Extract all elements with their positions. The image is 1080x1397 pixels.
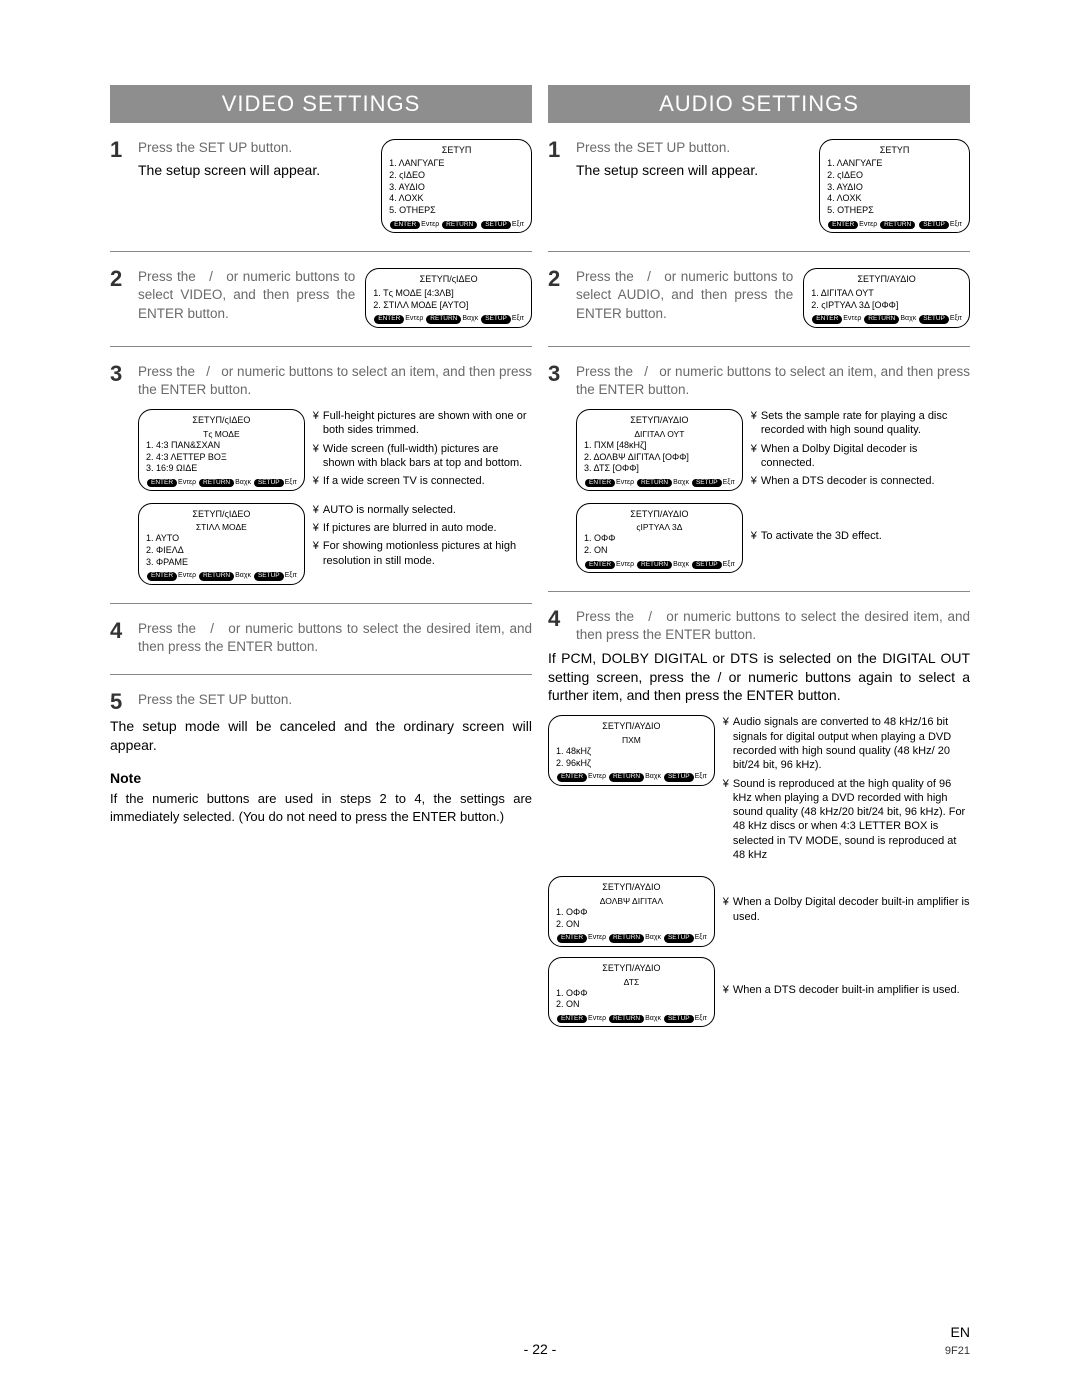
video-step-3: 3 Press the / or numeric buttons to sele… bbox=[110, 363, 532, 585]
virtual-3d-callout: ΣΕΤΥΠ/ΑΥΔΙΟ ςΙΡΤΥΑΛ 3Δ 1. ΟΦΦ 2. ΟΝ ENTE… bbox=[576, 503, 970, 574]
page-number: - 22 - bbox=[0, 1340, 1080, 1359]
step-instruction: Press the / or numeric buttons to select… bbox=[576, 268, 793, 323]
osd-dts: ΣΕΤΥΠ/ΑΥΔΙΟ ΔΤΣ 1. ΟΦΦ 2. ΟΝ ENTERΕντερ … bbox=[548, 957, 715, 1028]
osd-virtual-3d: ΣΕΤΥΠ/ΑΥΔΙΟ ςΙΡΤΥΑΛ 3Δ 1. ΟΦΦ 2. ΟΝ ENTE… bbox=[576, 503, 743, 574]
footer-right: EN 9F21 bbox=[945, 1323, 970, 1359]
footer-lang: EN bbox=[945, 1323, 970, 1342]
video-section-title: VIDEO SETTINGS bbox=[110, 85, 532, 123]
step-number: 2 bbox=[548, 268, 566, 290]
osd-dolby: ΣΕΤΥΠ/ΑΥΔΙΟ ΔΟΛΒΨ ΔΙΓΙΤΑΛ 1. ΟΦΦ 2. ΟΝ E… bbox=[548, 876, 715, 947]
step-number: 4 bbox=[110, 620, 128, 642]
step-instruction: Press the / or numeric buttons to select… bbox=[576, 363, 970, 399]
note-heading: Note bbox=[110, 769, 532, 788]
osd-footer: ENTERΕντερ RETURN SETUPΕξιτ bbox=[389, 220, 524, 229]
dolby-callout: ΣΕΤΥΠ/ΑΥΔΙΟ ΔΟΛΒΨ ΔΙΓΙΤΑΛ 1. ΟΦΦ 2. ΟΝ E… bbox=[548, 876, 970, 947]
audio-settings-column: AUDIO SETTINGS 1 Press the SET UP button… bbox=[548, 85, 970, 1027]
step-number: 2 bbox=[110, 268, 128, 290]
video-step-1: 1 Press the SET UP button. The setup scr… bbox=[110, 139, 532, 234]
step-number: 3 bbox=[548, 363, 566, 385]
still-mode-callout: ΣΕΤΥΠ/ςΙΔΕΟ ΣΤΙΛΛ ΜΟΔΕ 1. ΑΥΤΟ 2. ΦΙΕΛΔ … bbox=[138, 503, 532, 585]
osd-pcm: ΣΕΤΥΠ/ΑΥΔΙΟ ΠΧΜ 1. 48κΗζ 2. 96κΗζ ENTERΕ… bbox=[548, 715, 715, 786]
osd-tv-mode: ΣΕΤΥΠ/ςΙΔΕΟ Τς ΜΟΔΕ 1. 4:3 ΠΑΝ&ΣΧΑΝ 2. 4… bbox=[138, 409, 305, 491]
note-body: If the numeric buttons are used in steps… bbox=[110, 790, 532, 825]
step-number: 1 bbox=[110, 139, 128, 161]
digital-out-callout: ΣΕΤΥΠ/ΑΥΔΙΟ ΔΙΓΙΤΑΛ ΟΥΤ 1. ΠΧΜ [48κΗζ] 2… bbox=[576, 409, 970, 492]
audio-step-2: 2 Press the / or numeric buttons to sele… bbox=[548, 268, 970, 328]
step-instruction: Press the SET UP button. bbox=[138, 139, 371, 157]
tv-mode-callout: ΣΕΤΥΠ/ςΙΔΕΟ Τς ΜΟΔΕ 1. 4:3 ΠΑΝ&ΣΧΑΝ 2. 4… bbox=[138, 409, 532, 492]
step-number: 1 bbox=[548, 139, 566, 161]
audio-step-1: 1 Press the SET UP button. The setup scr… bbox=[548, 139, 970, 234]
osd-audio-menu: ΣΕΤΥΠ/ΑΥΔΙΟ 1. ΔΙΓΙΤΑΛ ΟΥΤ 2. ςΙΡΤΥΑΛ 3Δ… bbox=[803, 268, 970, 328]
step-instruction: Press the / or numeric buttons to select… bbox=[138, 620, 532, 656]
audio-section-title: AUDIO SETTINGS bbox=[548, 85, 970, 123]
step-subtext: The setup screen will appear. bbox=[576, 161, 809, 180]
step-instruction: Press the SET UP button. bbox=[576, 139, 809, 157]
divider bbox=[110, 251, 532, 252]
audio-step-4: 4 Press the / or numeric buttons to sele… bbox=[548, 608, 970, 644]
video-settings-column: VIDEO SETTINGS 1 Press the SET UP button… bbox=[110, 85, 532, 1027]
audio-step-3: 3 Press the / or numeric buttons to sele… bbox=[548, 363, 970, 573]
osd-setup-audio: ΣΕΤΥΠ 1. ΛΑΝΓΥΑΓΕ 2. ςΙΔΕΟ 3. ΑΥΔΙΟ 4. Λ… bbox=[819, 139, 970, 234]
step-instruction: Press the / or numeric buttons to select… bbox=[138, 363, 532, 399]
step-number: 4 bbox=[548, 608, 566, 630]
video-step-4: 4 Press the / or numeric buttons to sele… bbox=[110, 620, 532, 656]
dts-callout: ΣΕΤΥΠ/ΑΥΔΙΟ ΔΤΣ 1. ΟΦΦ 2. ΟΝ ENTERΕντερ … bbox=[548, 957, 970, 1028]
step-instruction: Press the SET UP button. bbox=[138, 691, 532, 709]
osd-still-mode: ΣΕΤΥΠ/ςΙΔΕΟ ΣΤΙΛΛ ΜΟΔΕ 1. ΑΥΤΟ 2. ΦΙΕΛΔ … bbox=[138, 503, 305, 585]
video-step-2: 2 Press the / or numeric buttons to sele… bbox=[110, 268, 532, 328]
osd-digital-out: ΣΕΤΥΠ/ΑΥΔΙΟ ΔΙΓΙΤΑΛ ΟΥΤ 1. ΠΧΜ [48κΗζ] 2… bbox=[576, 409, 743, 491]
manual-page: VIDEO SETTINGS 1 Press the SET UP button… bbox=[0, 0, 1080, 1397]
step-instruction: Press the / or numeric buttons to select… bbox=[576, 608, 970, 644]
footer-code: 9F21 bbox=[945, 1344, 970, 1359]
step-number: 5 bbox=[110, 691, 128, 713]
step-subtext: The setup screen will appear. bbox=[138, 161, 371, 180]
step-instruction: Press the / or numeric buttons to select… bbox=[138, 268, 355, 323]
step-number: 3 bbox=[110, 363, 128, 385]
two-column-layout: VIDEO SETTINGS 1 Press the SET UP button… bbox=[110, 85, 970, 1027]
video-step-5: 5 Press the SET UP button. bbox=[110, 691, 532, 713]
osd-video-menu: ΣΕΤΥΠ/ςΙΔΕΟ 1. Τς ΜΟΔΕ [4:3ΛΒ] 2. ΣΤΙΛΛ … bbox=[365, 268, 532, 328]
pcm-callout: ΣΕΤΥΠ/ΑΥΔΙΟ ΠΧΜ 1. 48κΗζ 2. 96κΗζ ENTERΕ… bbox=[548, 715, 970, 866]
step4-body: If PCM, DOLBY DIGITAL or DTS is selected… bbox=[548, 649, 970, 706]
osd-setup-video: ΣΕΤΥΠ 1. ΛΑΝΓΥΑΓΕ 2. ςΙΔΕΟ 3. ΑΥΔΙΟ 4. Λ… bbox=[381, 139, 532, 234]
step5-body: The setup mode will be canceled and the … bbox=[110, 717, 532, 755]
